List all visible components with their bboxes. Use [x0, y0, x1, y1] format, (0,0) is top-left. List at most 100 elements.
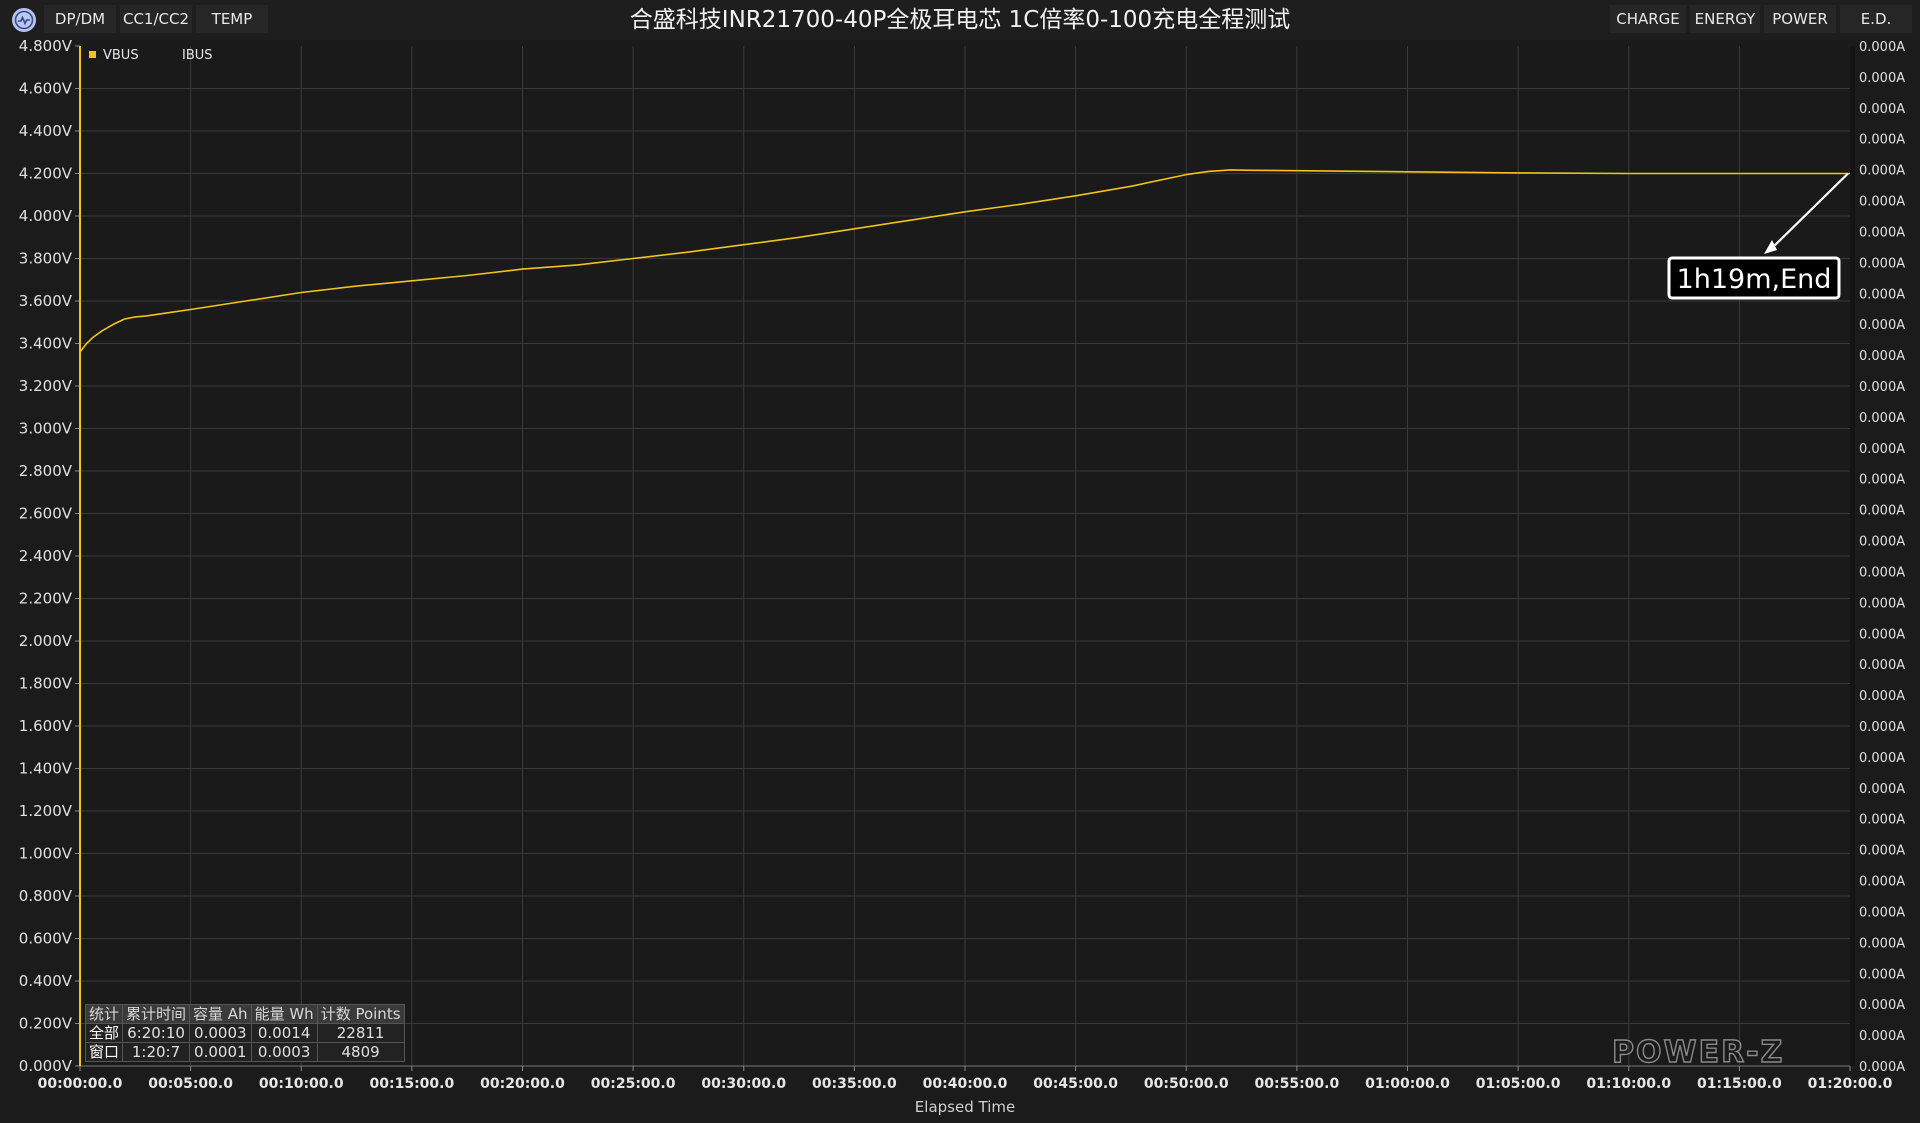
stats-cell: 0.0003: [189, 1023, 252, 1043]
x-tick-label: 00:05:00.0: [148, 1076, 233, 1092]
annotation-label: 1h19m,End: [1677, 264, 1832, 295]
stats-header-cell: 计数 Points: [316, 1004, 405, 1024]
y2-tick-label: 0.000A: [1859, 504, 1905, 519]
y-tick-label: 2.000V: [19, 632, 73, 650]
y-tick-label: 0.000V: [19, 1057, 73, 1075]
y2-tick-label: 0.000A: [1859, 565, 1905, 580]
y-tick-label: 1.200V: [19, 802, 73, 820]
y-tick-label: 3.200V: [19, 377, 73, 395]
app-window: DP/DM CC1/CC2 TEMP 合盛科技INR21700-40P全极耳电芯…: [0, 0, 1920, 1123]
y-tick-label: 0.600V: [19, 930, 73, 948]
y-tick-label: 2.600V: [19, 505, 73, 523]
x-tick-label: 00:55:00.0: [1255, 1076, 1340, 1092]
x-tick-label: 00:50:00.0: [1144, 1076, 1229, 1092]
y2-tick-label: 0.000A: [1859, 349, 1905, 364]
y2-tick-label: 0.000A: [1859, 411, 1905, 426]
x-tick-label: 00:30:00.0: [701, 1076, 786, 1092]
y2-tick-label: 0.000A: [1859, 1029, 1905, 1044]
y-tick-label: 4.800V: [19, 37, 73, 55]
stats-row-label: 全部: [84, 1023, 124, 1043]
x-tick-label: 00:10:00.0: [259, 1076, 344, 1092]
y2-tick-label: 0.000A: [1859, 627, 1905, 642]
y-tick-label: 4.200V: [19, 165, 73, 183]
x-tick-label: 01:10:00.0: [1586, 1076, 1671, 1092]
x-tick-label: 00:20:00.0: [480, 1076, 565, 1092]
y2-tick-label: 0.000A: [1859, 998, 1905, 1013]
y-tick-label: 1.800V: [19, 675, 73, 693]
y2-tick-label: 0.000A: [1859, 751, 1905, 766]
stats-row-label: 窗口: [84, 1042, 124, 1062]
y-tick-label: 4.400V: [19, 122, 73, 140]
stats-header-cell: 能量 Wh: [250, 1004, 318, 1024]
y2-tick-label: 0.000A: [1859, 875, 1905, 890]
y-tick-label: 3.800V: [19, 250, 73, 268]
y-tick-label: 3.600V: [19, 292, 73, 310]
x-tick-label: 01:20:00.0: [1808, 1076, 1893, 1092]
y-tick-label: 4.000V: [19, 207, 73, 225]
x-axis-title: Elapsed Time: [915, 1098, 1015, 1116]
x-tick-label: 00:35:00.0: [812, 1076, 897, 1092]
y2-tick-label: 0.000A: [1859, 596, 1905, 611]
y2-tick-label: 0.000A: [1859, 195, 1905, 210]
stats-cell: 0.0014: [250, 1023, 318, 1043]
stats-cell: 0.0001: [189, 1042, 252, 1062]
y-tick-label: 4.600V: [19, 80, 73, 98]
y2-tick-label: 0.000A: [1859, 1060, 1905, 1075]
x-tick-label: 00:40:00.0: [923, 1076, 1008, 1092]
y-tick-label: 1.000V: [19, 845, 73, 863]
x-tick-label: 00:45:00.0: [1033, 1076, 1118, 1092]
stats-header-cell: 累计时间: [122, 1004, 191, 1024]
stats-header-cell: 容量 Ah: [189, 1004, 252, 1024]
y2-tick-label: 0.000A: [1859, 102, 1905, 117]
y-tick-label: 1.600V: [19, 717, 73, 735]
x-tick-label: 01:15:00.0: [1697, 1076, 1782, 1092]
stats-cell: 4809: [316, 1042, 405, 1062]
y2-tick-label: 0.000A: [1859, 442, 1905, 457]
stats-header-row: 统计 累计时间 容量 Ah 能量 Wh 计数 Points: [84, 1004, 405, 1024]
x-tick-label: 00:15:00.0: [370, 1076, 455, 1092]
y-tick-label: 0.800V: [19, 887, 73, 905]
voltage-current-chart[interactable]: 0.000V 0.200V 0.400V 0.600V 0.800V 1.000V 1.20…: [0, 0, 1920, 1123]
y2-tick-label: 0.000A: [1859, 658, 1905, 673]
right-y-axis: 0.000A 0.000A 0.000A 0.000A 0.000A 0.000A 0.00…: [1859, 40, 1905, 1075]
y2-tick-label: 0.000A: [1859, 380, 1905, 395]
watermark-text: POWER-Z: [1612, 1036, 1784, 1066]
stats-table: 统计 累计时间 容量 Ah 能量 Wh 计数 Points 全部 6:20:10…: [84, 1004, 405, 1062]
y-tick-label: 0.200V: [19, 1015, 73, 1033]
y2-tick-label: 0.000A: [1859, 40, 1905, 55]
y-tick-label: 2.800V: [19, 462, 73, 480]
y2-tick-label: 0.000A: [1859, 535, 1905, 550]
stats-cell: 0.0003: [250, 1042, 318, 1062]
y2-tick-label: 0.000A: [1859, 71, 1905, 86]
y-tick-label: 1.400V: [19, 760, 73, 778]
x-tick-label: 00:00:00.0: [38, 1076, 123, 1092]
y2-tick-label: 0.000A: [1859, 164, 1905, 179]
x-tick-label: 01:00:00.0: [1365, 1076, 1450, 1092]
y-tick-label: 0.400V: [19, 972, 73, 990]
y2-tick-label: 0.000A: [1859, 133, 1905, 148]
y2-tick-label: 0.000A: [1859, 287, 1905, 302]
y2-tick-label: 0.000A: [1859, 813, 1905, 828]
legend-vbus-swatch: [89, 51, 96, 58]
stats-row-all: 全部 6:20:10 0.0003 0.0014 22811: [84, 1023, 405, 1043]
y-tick-label: 3.000V: [19, 420, 73, 438]
y2-tick-label: 0.000A: [1859, 720, 1905, 735]
y2-tick-label: 0.000A: [1859, 225, 1905, 240]
power-z-watermark: POWER-Z: [1612, 1036, 1784, 1066]
stats-cell: 1:20:7: [122, 1042, 191, 1062]
y-tick-label: 2.200V: [19, 590, 73, 608]
stats-cell: 6:20:10: [122, 1023, 191, 1043]
stats-cell: 22811: [316, 1023, 405, 1043]
y-tick-label: 3.400V: [19, 335, 73, 353]
y2-tick-label: 0.000A: [1859, 905, 1905, 920]
y2-tick-label: 0.000A: [1859, 689, 1905, 704]
y-tick-label: 2.400V: [19, 547, 73, 565]
x-tick-label: 01:05:00.0: [1476, 1076, 1561, 1092]
y2-tick-label: 0.000A: [1859, 967, 1905, 982]
y2-tick-label: 0.000A: [1859, 936, 1905, 951]
y2-tick-label: 0.000A: [1859, 473, 1905, 488]
legend-vbus-label[interactable]: VBUS: [103, 48, 139, 63]
legend-ibus-label[interactable]: IBUS: [182, 48, 213, 63]
x-axis: 00:00:00.0 00:05:00.0 00:10:00.0 00:15:00.0…: [38, 1066, 1893, 1092]
stats-header-cell: 统计: [84, 1004, 124, 1024]
